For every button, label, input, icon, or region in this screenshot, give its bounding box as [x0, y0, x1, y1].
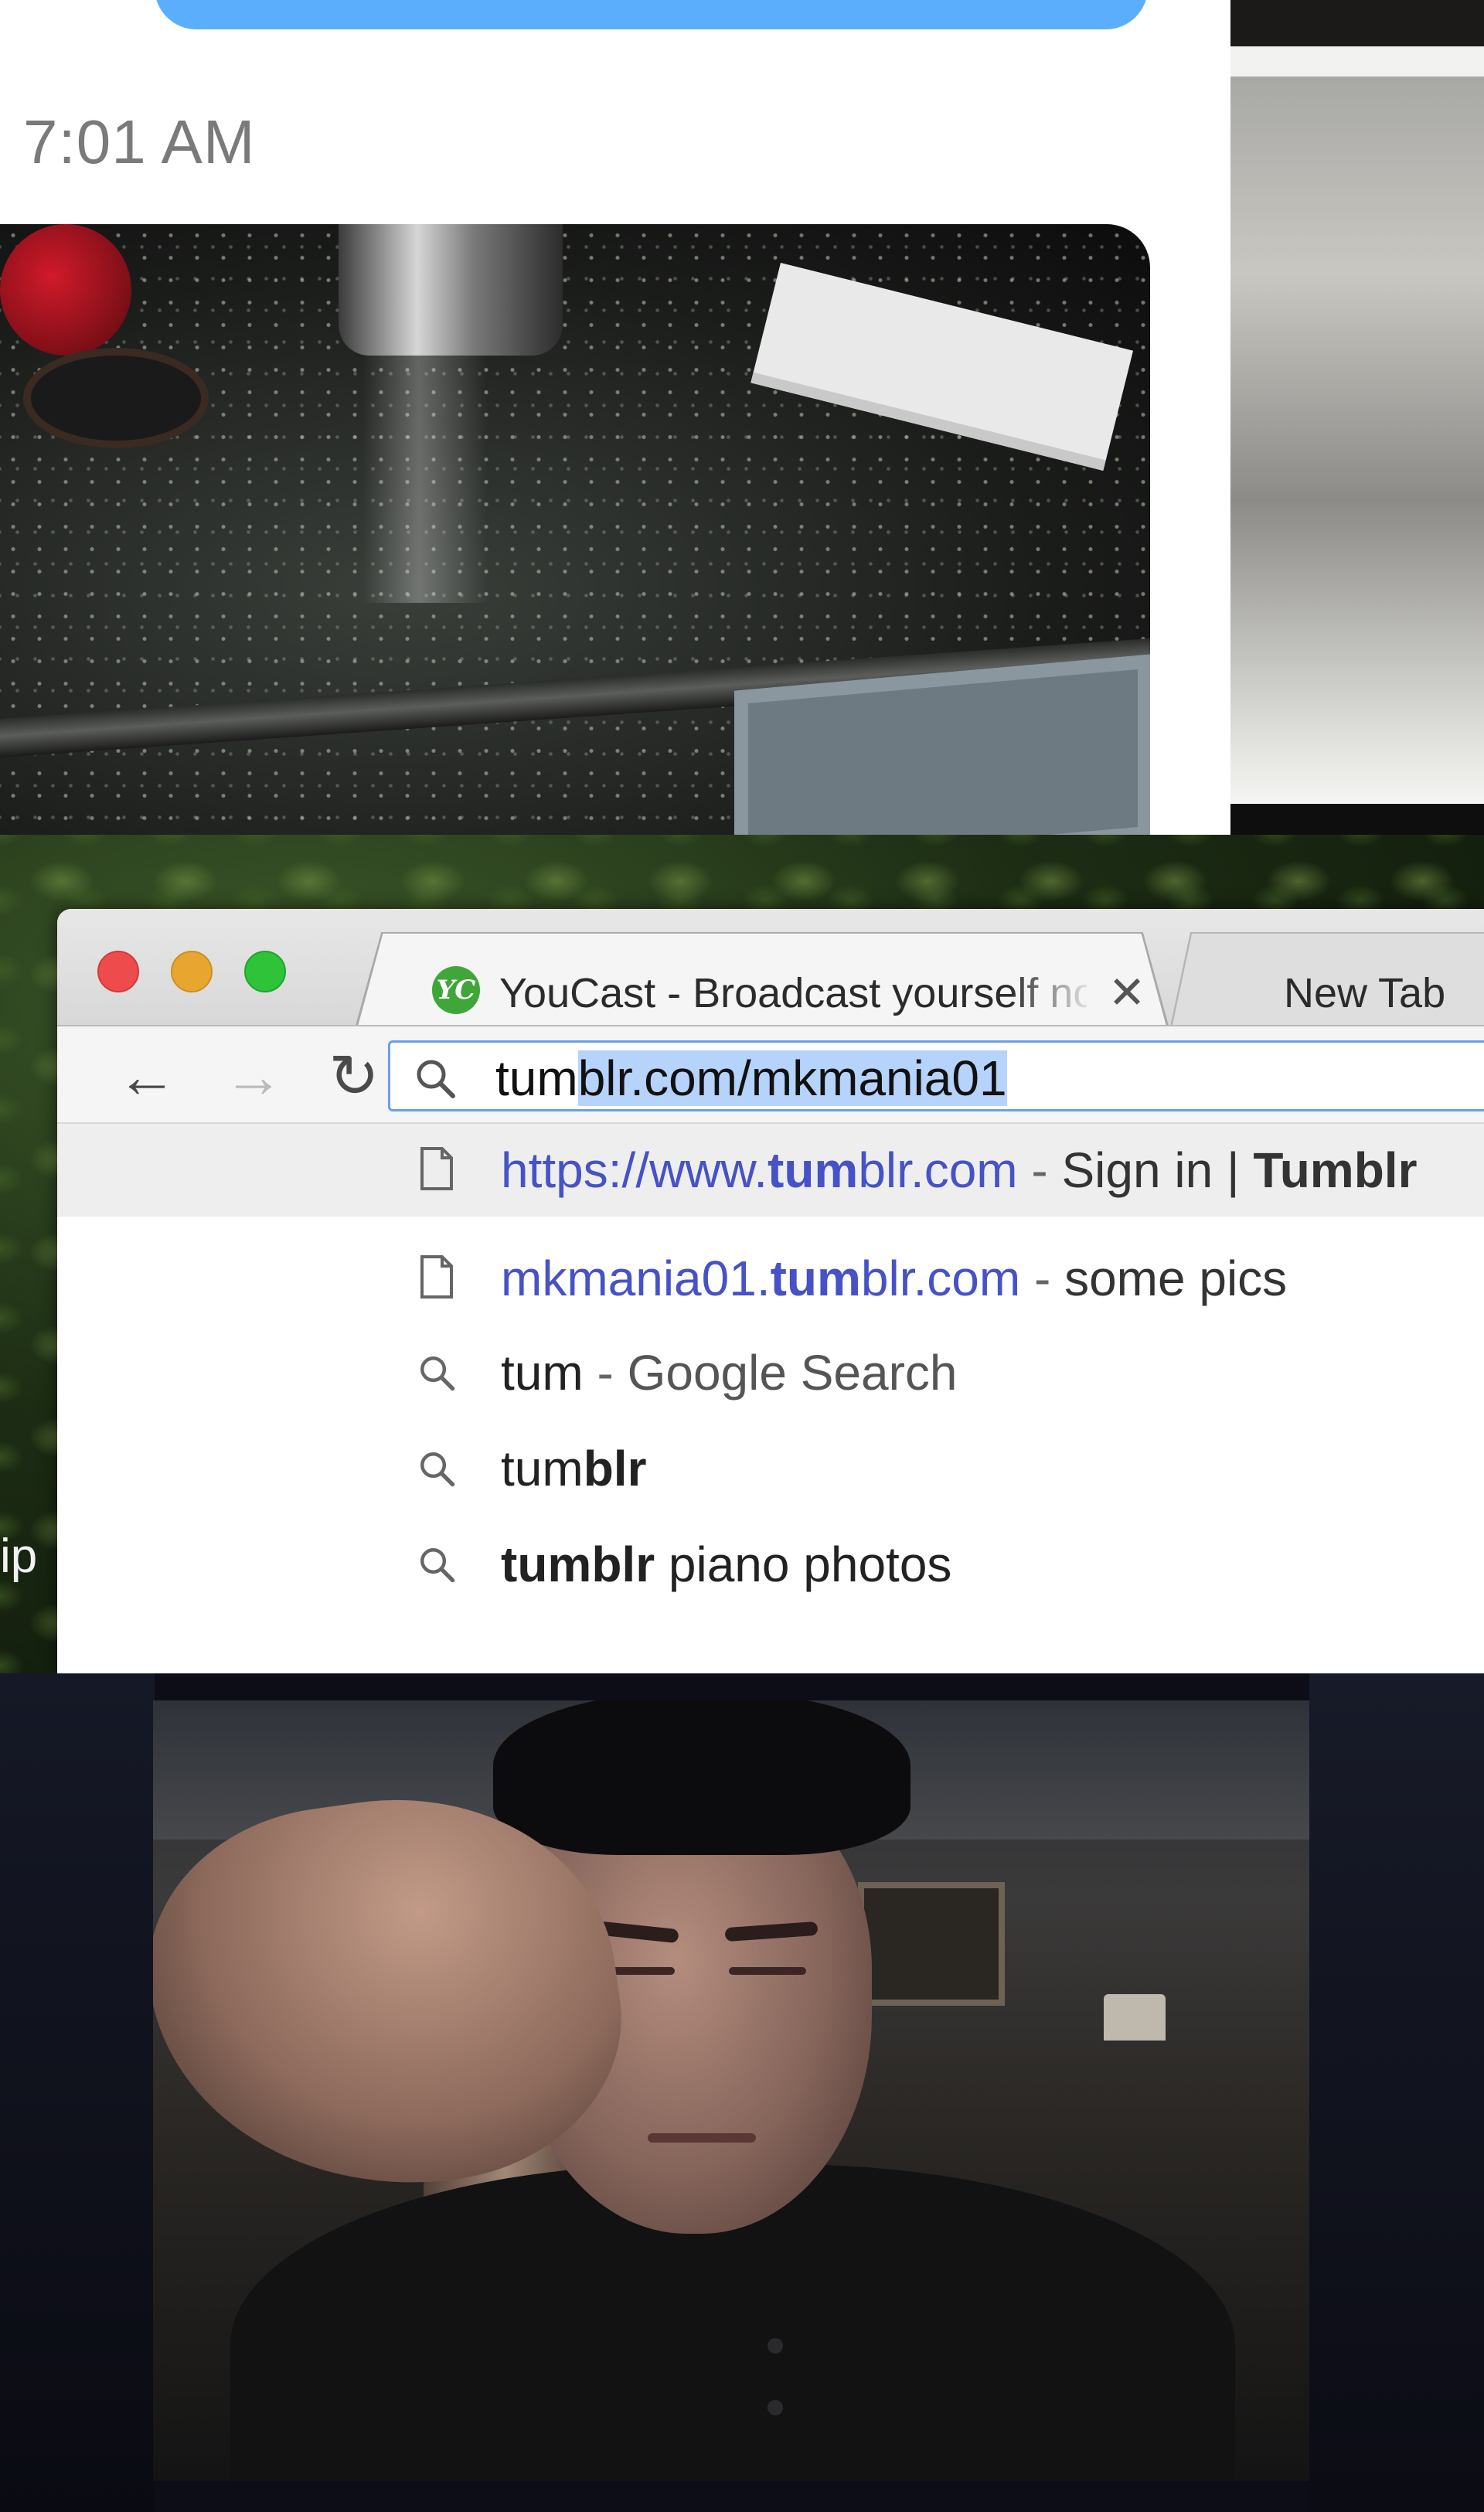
- person-mouth: [648, 2133, 756, 2143]
- suggestion-query: tum: [501, 1441, 584, 1496]
- suggestion-text: https://www.tumblr.com - Sign in | Tumbl…: [501, 1139, 1417, 1201]
- suggestion-query-rest: piano photos: [655, 1537, 952, 1592]
- suggestion-query: tum: [501, 1345, 584, 1401]
- suggestion-google-search[interactable]: tum - Google Search: [57, 1326, 1484, 1419]
- tab-youcast[interactable]: YC YouCast - Broadcast yourself now ✕: [329, 932, 1195, 1026]
- suggestion-text: tum - Google Search: [501, 1342, 958, 1404]
- browser-toolbar: ← → ↻ tumblr.com/mkmania01: [57, 1025, 1484, 1124]
- message-action-button[interactable]: [155, 0, 1148, 29]
- suggestion-mkmania01[interactable]: mkmania01.tumblr.com - some pics: [57, 1232, 1484, 1325]
- tab-title-fade: [1009, 966, 1094, 1020]
- address-bar-text: tumblr.com/mkmania01: [495, 1049, 1007, 1108]
- youcast-favicon-icon: YC: [432, 966, 480, 1014]
- suggestion-url-match: tum: [768, 1142, 859, 1198]
- suggestion-tumblr-piano-photos[interactable]: tumblr piano photos: [57, 1518, 1484, 1611]
- tab-close-icon[interactable]: ✕: [1104, 966, 1150, 1020]
- window-maximize-button[interactable]: [244, 951, 286, 992]
- person-hair: [493, 1700, 910, 1855]
- shirt-button: [768, 2338, 783, 2354]
- messages-panel: 7:01 AM: [0, 0, 1484, 835]
- suggestion-url-prefix: https://www.: [501, 1142, 768, 1198]
- suggestion-separator: -: [1017, 1142, 1062, 1198]
- suggestion-url-prefix: mkmania01.: [501, 1251, 771, 1306]
- person-eye: [729, 1967, 806, 1975]
- search-icon: [420, 1356, 455, 1391]
- search-icon: [420, 1452, 455, 1487]
- messages-window: 7:01 AM: [0, 0, 1230, 835]
- back-arrow-icon[interactable]: ←: [116, 1046, 178, 1106]
- tab-new-tab[interactable]: New Tab: [1170, 932, 1484, 1026]
- room-picture-frame: [858, 1882, 1005, 2006]
- suggestion-separator: -: [583, 1345, 628, 1401]
- suggestion-description-match: Tumblr: [1253, 1142, 1418, 1198]
- omnibox-suggestions: https://www.tumblr.com - Sign in | Tumbl…: [57, 1124, 1484, 1673]
- suggestion-tumblr[interactable]: tumblr: [57, 1422, 1484, 1515]
- page-icon: [420, 1147, 453, 1190]
- search-icon: [420, 1548, 455, 1583]
- suggestion-description: some pics: [1064, 1251, 1288, 1306]
- background-text-fragment: ip: [0, 1530, 38, 1583]
- suggestion-text: tumblr: [501, 1438, 646, 1499]
- suggestion-query-completion: blr: [583, 1441, 647, 1496]
- suggestion-separator: -: [1020, 1251, 1065, 1306]
- suggestion-url-match: tum: [770, 1251, 861, 1306]
- tab-strip: New Tab YC YouCast - Broadcast yourself …: [57, 909, 1484, 1026]
- address-bar[interactable]: tumblr.com/mkmania01: [388, 1040, 1484, 1111]
- page-icon: [420, 1255, 453, 1299]
- webcam-panel: [0, 1673, 1484, 2512]
- photo-ladybug-ornament: [0, 224, 131, 356]
- message-photo-attachment[interactable]: [0, 224, 1150, 835]
- forward-arrow-icon[interactable]: →: [223, 1046, 284, 1106]
- suggestion-url-suffix: blr.com: [860, 1251, 1021, 1306]
- reload-icon[interactable]: ↻: [323, 1046, 385, 1106]
- message-timestamp: 7:01 AM: [23, 107, 256, 176]
- window-close-button[interactable]: [97, 951, 139, 992]
- shirt-button: [768, 2400, 783, 2415]
- search-icon: [417, 1060, 455, 1098]
- suggestion-tumblr-signin[interactable]: https://www.tumblr.com - Sign in | Tumbl…: [57, 1124, 1484, 1217]
- window-minimize-button[interactable]: [171, 951, 213, 992]
- side-photo-attachment[interactable]: [1230, 46, 1484, 804]
- tab-title: New Tab: [1284, 970, 1446, 1016]
- photo-ashtray: [31, 356, 201, 441]
- side-photo-top: [1230, 0, 1484, 46]
- suggestion-text: tumblr piano photos: [501, 1533, 951, 1595]
- suggestion-query-match: tumblr: [501, 1537, 655, 1592]
- address-typed-text: tum: [495, 1050, 578, 1106]
- room-lamp: [1104, 1994, 1166, 2041]
- tab-title: YouCast - Broadcast yourself now: [499, 970, 1087, 1016]
- webcam-video-feed: [153, 1700, 1309, 2481]
- webcam-background-right: [1309, 1673, 1484, 2512]
- photo-kettle-reflection: [363, 356, 487, 603]
- suggestion-url-suffix: blr.com: [858, 1142, 1018, 1198]
- suggestion-description: Sign in |: [1061, 1142, 1254, 1198]
- suggestion-text: mkmania01.tumblr.com - some pics: [501, 1247, 1287, 1309]
- browser-window: New Tab YC YouCast - Broadcast yourself …: [57, 909, 1484, 1673]
- browser-panel: ip New Tab YC YouCast - Broadcast yourse…: [0, 835, 1484, 1673]
- photo-kettle: [339, 224, 563, 356]
- address-autocomplete-selection: blr.com/mkmania01: [577, 1050, 1007, 1106]
- webcam-background-left: [0, 1673, 155, 2512]
- suggestion-description: Google Search: [627, 1345, 958, 1401]
